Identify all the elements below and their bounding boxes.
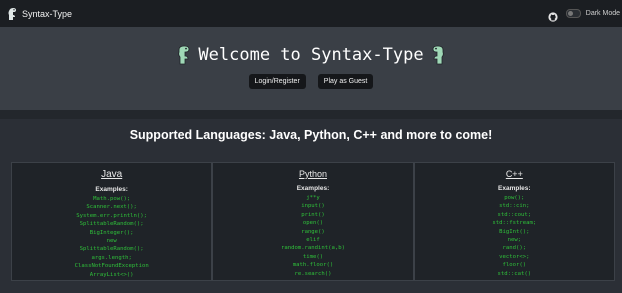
hero-buttons: Login/Register Play as Guest [0,74,622,89]
example-item: new; [507,237,522,244]
example-item: rand(); [502,245,527,252]
example-item: pow(); [504,195,525,201]
card-title[interactable]: Python [213,169,412,179]
example-item: SplittableRandom(); [79,221,144,228]
section-divider [0,110,622,119]
examples-list: j**y input() print() open() range() elif… [213,194,412,278]
brand-name: Syntax-Type [22,8,73,19]
hero-title: Welcome to Syntax-Type [0,43,622,67]
example-item: std::cat() [497,270,532,277]
card-title[interactable]: Java [12,169,211,180]
example-item: SplittableRandom(); [79,246,144,253]
examples-list: Math.pow(); Scanner.next(); System.err.p… [12,195,211,279]
example-item: vector<>; [499,253,530,260]
example-item: System.err.println(); [76,212,148,219]
example-item: BigInt(); [499,228,530,235]
toggle-knob [567,11,573,16]
example-item: random.randint(a,b) [280,245,345,252]
dino-logo-icon [6,7,18,21]
example-item: print() [301,211,325,218]
example-item: j**y [306,195,320,201]
language-card-python: Python Examples: j**y input() print() op… [212,162,414,281]
example-item: std::cin; [499,203,530,210]
hero-section: Welcome to Syntax-Type Login/Register Pl… [0,27,622,110]
dino-left-icon [176,45,192,65]
play-as-guest-button[interactable]: Play as Guest [317,74,374,89]
navbar: Syntax-Type Dark Mode [0,0,622,27]
example-item: time() [302,253,324,260]
example-item: ArrayList<>() [89,271,134,278]
example-item: Math.pow(); [93,196,131,202]
card-title[interactable]: C++ [415,169,614,179]
example-item: range() [301,228,325,235]
example-item: input() [301,203,325,210]
language-card-cpp: C++ Examples: pow(); std::cin; std::cout… [413,162,615,281]
examples-label: Examples: [296,185,330,192]
examples-label: Examples: [498,185,531,192]
dark-mode-label: Dark Mode [585,10,620,17]
nav-right: Dark Mode [548,0,620,27]
example-item: new [106,238,117,245]
example-item: std::cout; [497,211,532,218]
example-item: elif [306,237,320,244]
example-item: re.search() [294,270,332,277]
dino-right-icon [430,45,446,65]
supported-languages-heading: Supported Languages: Java, Python, C++ a… [129,128,493,142]
example-item: floor() [502,262,527,269]
github-icon[interactable] [548,9,558,22]
example-item: ClassNotFoundException [74,263,149,270]
language-card-java: Java Examples: Math.pow(); Scanner.next(… [11,162,213,281]
dark-mode-toggle[interactable] [565,9,581,18]
welcome-title: Welcome to Syntax-Type [198,45,424,65]
example-item: BigInteger(); [89,229,134,236]
examples-list: pow(); std::cin; std::cout; std::fstream… [415,194,614,278]
example-item: args.length; [91,254,132,261]
example-item: open() [302,220,324,227]
login-register-button[interactable]: Login/Register [248,74,306,89]
language-cards: Java Examples: Math.pow(); Scanner.next(… [11,162,615,281]
example-item: Scanner.next(); [86,204,137,211]
example-item: std::fstream; [492,220,537,227]
brand-link[interactable]: Syntax-Type [6,7,72,21]
examples-label: Examples: [95,186,128,193]
example-item: math.floor() [292,262,334,269]
